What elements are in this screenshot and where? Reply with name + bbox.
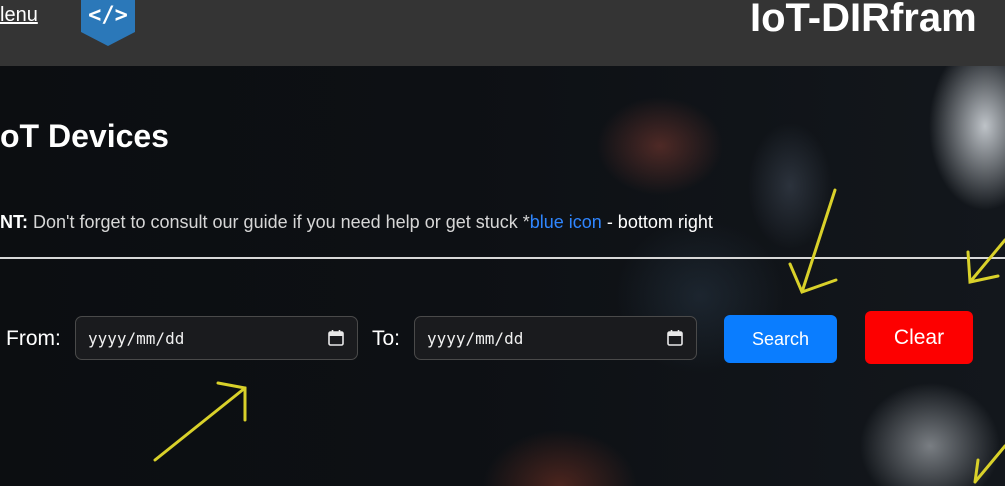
arrow-icon [788,188,838,294]
arrow-icon [966,238,1005,284]
annotation-arrows [153,188,1005,484]
arrow-icon [153,381,247,462]
arrow-icon [973,444,1005,484]
